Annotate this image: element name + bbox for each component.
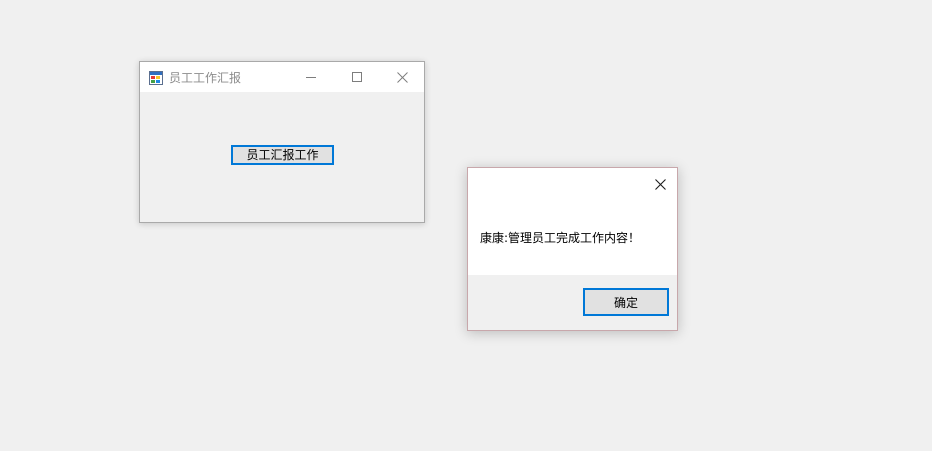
- message-box-content: 康康:管理员工完成工作内容！: [468, 168, 677, 275]
- main-window: 员工工作汇报 员工汇报工作: [139, 61, 425, 223]
- close-icon: [654, 178, 666, 190]
- report-work-button[interactable]: 员工汇报工作: [231, 145, 334, 165]
- window-title: 员工工作汇报: [169, 71, 242, 85]
- main-client-area: 员工汇报工作: [140, 92, 424, 222]
- maximize-button[interactable]: [334, 62, 380, 92]
- message-box: 康康:管理员工完成工作内容！ 确定: [467, 167, 678, 331]
- message-text: 康康:管理员工完成工作内容！: [480, 231, 641, 245]
- message-box-button-bar: 确定: [468, 275, 677, 330]
- maximize-icon: [352, 72, 362, 82]
- message-box-close-button[interactable]: [647, 173, 673, 195]
- close-button[interactable]: [379, 62, 425, 92]
- minimize-button[interactable]: [288, 62, 334, 92]
- winforms-app-icon: [149, 70, 163, 85]
- minimize-icon: [306, 77, 316, 78]
- ok-button[interactable]: 确定: [583, 288, 669, 316]
- main-titlebar[interactable]: 员工工作汇报: [140, 62, 424, 92]
- desktop: 员工工作汇报 员工汇报工作 康康:管理员工完成工作内容！ 确定: [0, 0, 932, 451]
- close-icon: [396, 71, 408, 83]
